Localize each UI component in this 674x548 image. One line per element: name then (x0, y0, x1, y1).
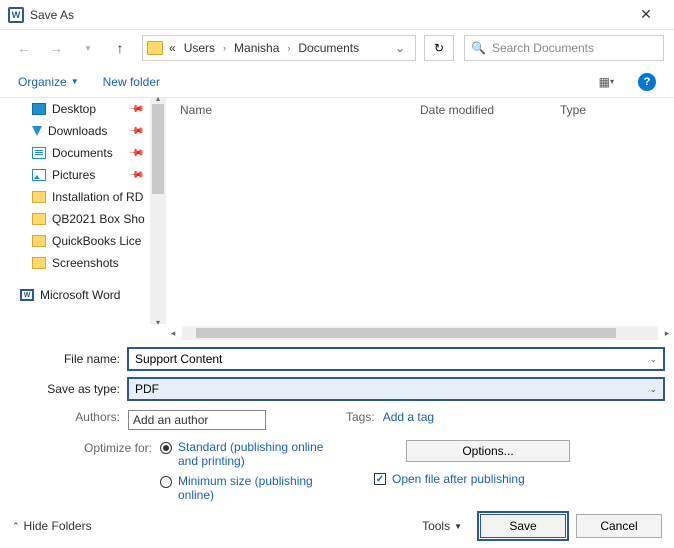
pin-icon: 📌 (127, 167, 144, 184)
title-bar: W Save As ✕ (0, 0, 674, 30)
column-type[interactable]: Type (560, 103, 586, 117)
up-button[interactable]: ↑ (106, 36, 134, 60)
search-input[interactable]: 🔍 Search Documents (464, 35, 664, 61)
word-app-icon: W (8, 7, 24, 23)
column-name[interactable]: Name (180, 103, 420, 117)
sidebar-item-folder[interactable]: Screenshots (0, 252, 150, 274)
filename-label: File name: (10, 352, 128, 366)
folder-icon (32, 213, 46, 225)
save-form: File name: Support Content⌄ Save as type… (0, 342, 674, 508)
pin-icon: 📌 (127, 101, 144, 118)
file-list[interactable]: Name Date modified Type (166, 98, 674, 324)
saveastype-label: Save as type: (10, 382, 128, 396)
scroll-right-button[interactable]: ▸ (660, 328, 674, 339)
sidebar-item-desktop[interactable]: Desktop📌 (0, 98, 150, 120)
cancel-button[interactable]: Cancel (576, 514, 662, 538)
radio-icon (160, 442, 172, 454)
open-after-publishing-checkbox[interactable]: ✓Open file after publishing (374, 472, 664, 486)
path-segment[interactable]: Users (182, 41, 217, 55)
sidebar-item-downloads[interactable]: Downloads📌 (0, 120, 150, 142)
path-segment[interactable]: Documents (296, 41, 361, 55)
chevron-down-icon[interactable]: ⌄ (649, 384, 657, 395)
desktop-icon (32, 103, 46, 115)
folder-icon (147, 41, 163, 55)
up-chevron-icon[interactable]: ▾ (74, 36, 102, 60)
view-options-button[interactable]: ▦ ▾ (599, 75, 614, 89)
refresh-button[interactable]: ↻ (424, 35, 454, 61)
hide-folders-button[interactable]: ⌃ Hide Folders (12, 519, 92, 533)
close-button[interactable]: ✕ (626, 6, 666, 23)
radio-icon (160, 476, 172, 488)
folder-icon (32, 257, 46, 269)
chevron-right-icon[interactable]: › (221, 43, 228, 53)
sidebar-item-pictures[interactable]: Pictures📌 (0, 164, 150, 186)
authors-label: Authors: (10, 410, 128, 430)
download-icon (32, 126, 42, 136)
new-folder-button[interactable]: New folder (103, 75, 160, 89)
path-prefix: « (167, 41, 178, 55)
chevron-down-icon[interactable]: ⌄ (649, 354, 657, 365)
main-area: Desktop📌 Downloads📌 Documents📌 Pictures📌… (0, 98, 674, 324)
address-dropdown-icon[interactable]: ⌄ (389, 41, 411, 55)
horizontal-scrollbar-row: ◂ ▸ (0, 324, 674, 342)
pin-icon: 📌 (127, 145, 144, 162)
options-button[interactable]: Options... (406, 440, 570, 462)
organize-menu[interactable]: Organize ▼ (18, 75, 79, 89)
folder-icon (32, 235, 46, 247)
tags-input[interactable]: Add a tag (383, 410, 434, 430)
path-segment[interactable]: Manisha (232, 41, 281, 55)
search-icon: 🔍 (471, 41, 486, 55)
authors-input[interactable]: Add an author (128, 410, 266, 430)
sidebar-item-documents[interactable]: Documents📌 (0, 142, 150, 164)
column-headers: Name Date modified Type (166, 98, 674, 122)
sidebar-item-folder[interactable]: Installation of RD (0, 186, 150, 208)
filename-input[interactable]: Support Content⌄ (128, 348, 664, 370)
navigation-sidebar: Desktop📌 Downloads📌 Documents📌 Pictures📌… (0, 98, 150, 324)
scrollbar-thumb[interactable] (196, 328, 616, 338)
folder-icon (32, 191, 46, 203)
chevron-down-icon: ▼ (71, 77, 79, 86)
pin-icon: 📌 (127, 123, 144, 140)
horizontal-scrollbar[interactable] (182, 326, 658, 340)
optimize-standard-radio[interactable]: Standard (publishing online and printing… (160, 440, 338, 468)
sidebar-item-folder[interactable]: QB2021 Box Sho (0, 208, 150, 230)
footer: ⌃ Hide Folders Tools ▼ Save Cancel (0, 512, 674, 540)
chevron-down-icon: ▼ (454, 522, 462, 531)
optimize-label: Optimize for: (10, 440, 160, 455)
nav-row: ← → ▾ ↑ « Users › Manisha › Documents ⌄ … (0, 30, 674, 66)
saveastype-select[interactable]: PDF⌄ (128, 378, 664, 400)
sidebar-item-msword[interactable]: WMicrosoft Word (0, 284, 150, 306)
tools-menu[interactable]: Tools ▼ (422, 519, 462, 533)
sidebar-scrollbar[interactable]: ▴▾ (150, 98, 166, 324)
tags-label: Tags: (346, 410, 375, 430)
optimize-minimum-radio[interactable]: Minimum size (publishing online) (160, 474, 338, 502)
address-bar[interactable]: « Users › Manisha › Documents ⌄ (142, 35, 416, 61)
word-icon: W (20, 289, 34, 301)
scrollbar-thumb[interactable] (152, 104, 164, 194)
forward-button[interactable]: → (42, 36, 70, 60)
sidebar-item-folder[interactable]: QuickBooks Lice (0, 230, 150, 252)
help-button[interactable]: ? (638, 73, 656, 91)
save-button[interactable]: Save (480, 514, 566, 538)
checkbox-icon: ✓ (374, 473, 386, 485)
pictures-icon (32, 169, 46, 181)
search-placeholder: Search Documents (492, 41, 594, 55)
toolbar: Organize ▼ New folder ▦ ▾ ? (0, 66, 674, 98)
chevron-up-icon: ⌃ (12, 521, 20, 532)
window-title: Save As (30, 8, 626, 22)
document-icon (32, 147, 46, 159)
column-date[interactable]: Date modified (420, 103, 560, 117)
back-button[interactable]: ← (10, 36, 38, 60)
view-icon: ▦ (599, 75, 608, 89)
scroll-left-button[interactable]: ◂ (166, 328, 180, 339)
chevron-right-icon[interactable]: › (285, 43, 292, 53)
